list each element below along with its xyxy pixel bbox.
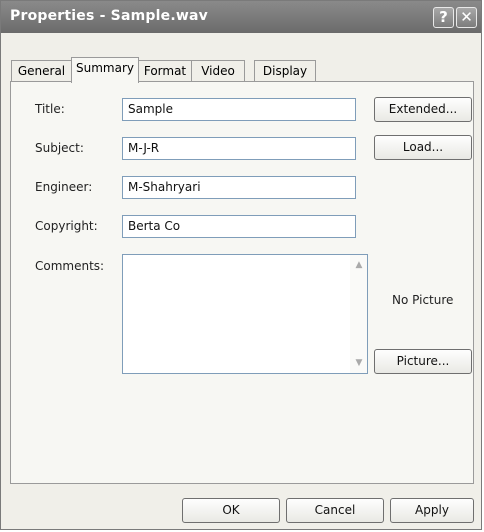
load-button-label: Load... <box>402 140 444 154</box>
title-label: Title: <box>35 102 65 116</box>
subject-label: Subject: <box>35 141 84 155</box>
tab-video-label: Video <box>201 64 235 78</box>
no-picture-text: No Picture <box>392 293 454 307</box>
picture-button[interactable]: Picture... <box>374 349 472 374</box>
ok-button[interactable]: OK <box>182 498 280 523</box>
properties-dialog: Properties - Sample.wav ? ✕ General Summ… <box>0 0 482 530</box>
tab-summary-label: Summary <box>76 61 134 75</box>
ok-button-label: OK <box>222 503 240 517</box>
tab-display[interactable]: Display <box>254 60 316 82</box>
comments-label: Comments: <box>35 259 105 273</box>
subject-value: M-J-R <box>128 141 160 155</box>
load-button[interactable]: Load... <box>374 135 472 160</box>
close-icon: ✕ <box>460 8 473 26</box>
title-value: Sample <box>128 102 173 116</box>
tab-strip: General Summary Format Video Display <box>11 57 329 83</box>
tab-format[interactable]: Format <box>138 60 192 82</box>
help-button[interactable]: ? <box>433 7 454 28</box>
cancel-button-label: Cancel <box>314 503 356 517</box>
engineer-value: M-Shahryari <box>128 180 201 194</box>
comments-scrollbar[interactable]: ▲ ▼ <box>350 255 367 373</box>
tab-general-label: General <box>17 64 66 78</box>
tab-video[interactable]: Video <box>191 60 245 82</box>
scroll-up-icon[interactable]: ▲ <box>352 258 366 272</box>
copyright-label: Copyright: <box>35 219 98 233</box>
window-title: Properties - Sample.wav <box>10 8 208 24</box>
extended-button-label: Extended... <box>388 102 458 116</box>
title-bar[interactable]: Properties - Sample.wav ? ✕ <box>1 1 481 33</box>
help-icon: ? <box>439 8 448 26</box>
tab-general[interactable]: General <box>11 60 72 82</box>
tab-display-label: Display <box>262 64 308 78</box>
engineer-field[interactable]: M-Shahryari <box>122 176 356 199</box>
picture-button-label: Picture... <box>396 354 450 368</box>
copyright-value: Berta Co <box>128 219 181 233</box>
engineer-label: Engineer: <box>35 180 93 194</box>
tab-format-label: Format <box>143 64 187 78</box>
tab-summary[interactable]: Summary <box>71 57 139 83</box>
apply-button-label: Apply <box>415 503 449 517</box>
copyright-field[interactable]: Berta Co <box>122 215 356 238</box>
title-field[interactable]: Sample <box>122 98 356 121</box>
cancel-button[interactable]: Cancel <box>286 498 384 523</box>
comments-textarea[interactable]: ▲ ▼ <box>122 254 368 374</box>
apply-button[interactable]: Apply <box>390 498 474 523</box>
subject-field[interactable]: M-J-R <box>122 137 356 160</box>
scroll-down-icon[interactable]: ▼ <box>352 356 366 370</box>
extended-button[interactable]: Extended... <box>374 97 472 122</box>
close-button[interactable]: ✕ <box>456 7 477 28</box>
